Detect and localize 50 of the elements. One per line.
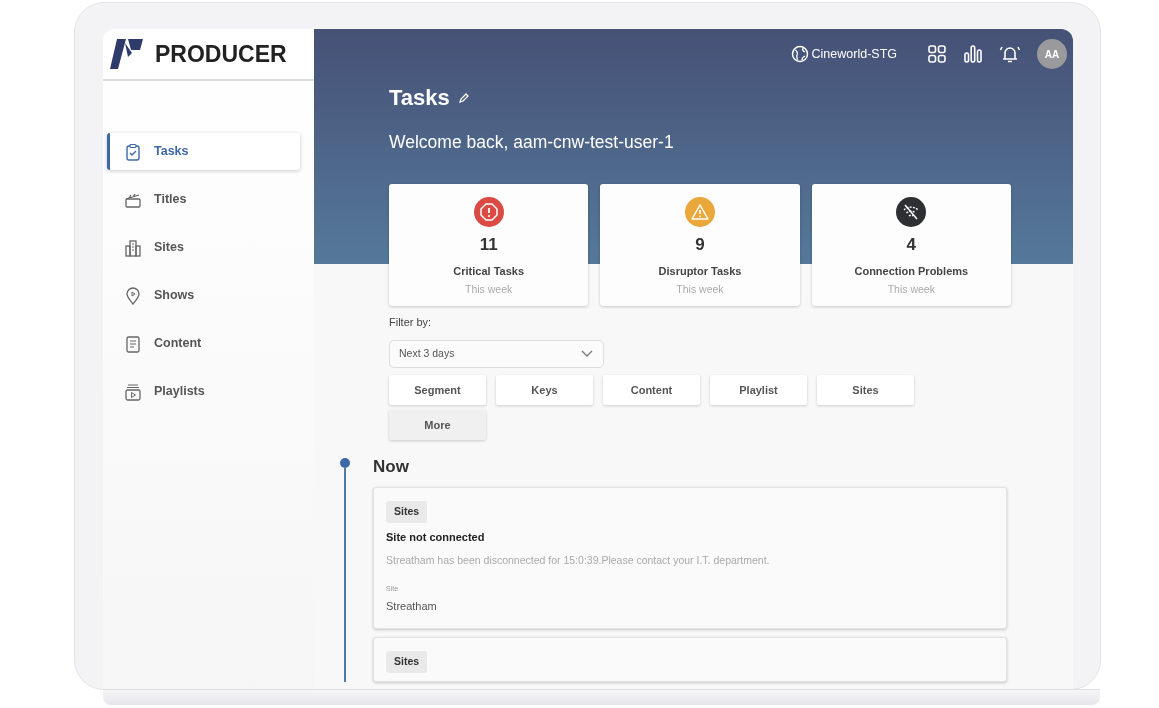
logo-icon bbox=[110, 39, 143, 69]
stat-period: This week bbox=[887, 282, 935, 298]
bar-chart-icon[interactable] bbox=[963, 44, 983, 64]
filter-chip[interactable]: Playlist bbox=[710, 374, 807, 405]
sidebar-item[interactable]: Sites bbox=[107, 229, 300, 266]
location-pin-icon bbox=[124, 286, 142, 305]
warning-triangle-icon bbox=[691, 203, 709, 222]
timeline-heading: Now bbox=[373, 455, 410, 478]
globe-icon bbox=[790, 45, 809, 63]
filter-chip[interactable]: Segment bbox=[389, 374, 486, 405]
pencil-icon[interactable] bbox=[457, 91, 470, 104]
sidebar-item[interactable]: Shows bbox=[107, 277, 300, 314]
more-button[interactable]: More bbox=[389, 409, 486, 440]
sidebar-item[interactable]: Titles bbox=[107, 181, 300, 218]
stat-period: This week bbox=[676, 282, 724, 298]
sidebar-item[interactable]: Tasks bbox=[107, 133, 300, 170]
sidebar-item[interactable]: Playlists bbox=[107, 373, 300, 410]
grid-icon[interactable] bbox=[927, 44, 947, 64]
filter-chip[interactable]: Content bbox=[603, 374, 700, 405]
stat-value: 9 bbox=[695, 234, 705, 257]
clipboard-icon bbox=[124, 142, 142, 161]
notification-bell-icon[interactable] bbox=[999, 44, 1021, 64]
filter-label: Filter by: bbox=[389, 315, 433, 331]
app-name: PRODUCER bbox=[155, 39, 287, 69]
task-message: Streatham has been disconnected for 15:0:39.Please contact your I.T. department. bbox=[386, 552, 771, 568]
stat-value: 11 bbox=[479, 234, 498, 257]
page-title: Tasks bbox=[389, 84, 450, 112]
document-icon bbox=[124, 334, 142, 353]
task-category-tag: Sites bbox=[386, 651, 428, 673]
workspace-selector[interactable]: Cineworld-STG bbox=[790, 44, 897, 64]
playlist-icon bbox=[124, 382, 142, 401]
welcome-message: Welcome back, aam-cnw-test-user-1 bbox=[389, 131, 675, 154]
sidebar-item[interactable]: Content bbox=[107, 325, 300, 362]
stat-period: This week bbox=[465, 282, 513, 298]
field-value: Streatham bbox=[386, 598, 438, 614]
task-card[interactable]: Sites bbox=[373, 637, 1007, 682]
alert-octagon-icon bbox=[479, 203, 498, 222]
buildings-icon bbox=[124, 238, 142, 257]
timeline-dot bbox=[340, 457, 350, 468]
filter-chip[interactable]: Keys bbox=[496, 374, 593, 405]
task-category-tag: Sites bbox=[386, 501, 428, 523]
chevron-down-icon bbox=[581, 349, 593, 358]
date-range-dropdown[interactable]: Next 3 days bbox=[389, 339, 604, 368]
stat-label: Disruptor Tasks bbox=[658, 263, 742, 279]
stat-label: Critical Tasks bbox=[453, 263, 525, 279]
stat-label: Connection Problems bbox=[854, 263, 969, 279]
task-title: Site not connected bbox=[386, 530, 486, 545]
filter-chip[interactable]: Sites bbox=[817, 374, 914, 405]
stat-value: 4 bbox=[906, 234, 917, 257]
wifi-off-icon bbox=[902, 203, 921, 222]
